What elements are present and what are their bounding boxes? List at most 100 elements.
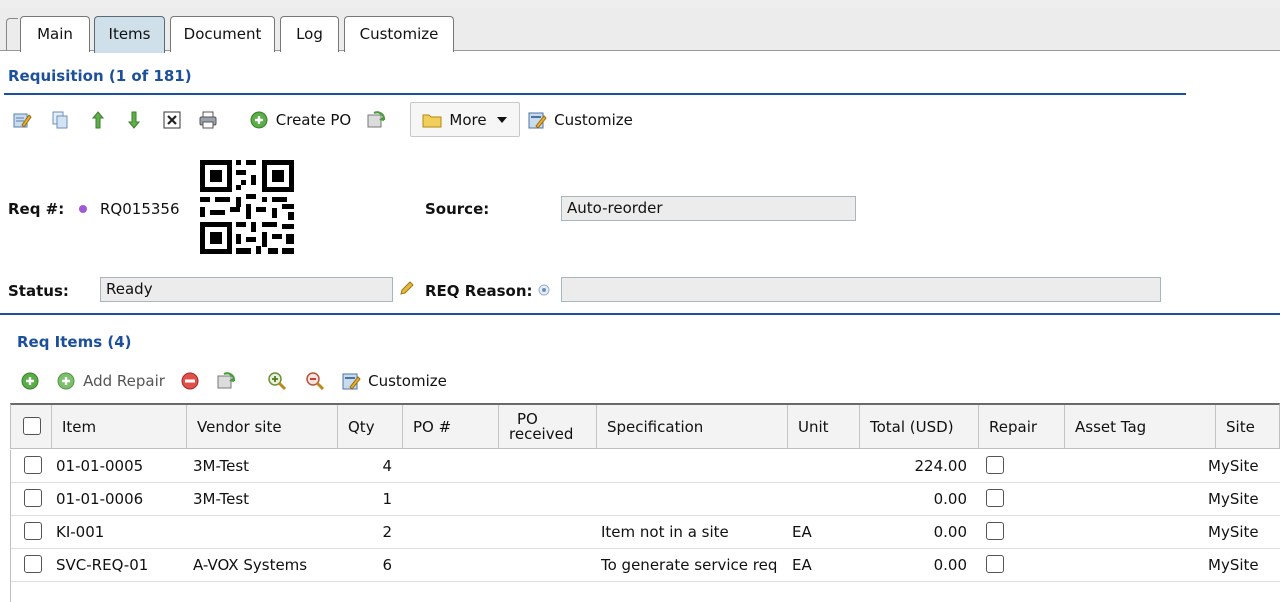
customize-button[interactable]: Customize xyxy=(525,104,635,136)
more-label: More xyxy=(449,110,487,129)
req-items-title: Req Items (4) xyxy=(17,333,132,351)
table-row[interactable]: 01-01-0006 3M-Test 1 0.00 MySite xyxy=(10,483,1280,516)
column-total[interactable]: Total (USD) xyxy=(860,405,979,449)
delete-icon xyxy=(163,111,181,129)
remove-circle-icon xyxy=(181,372,199,390)
column-repair[interactable]: Repair xyxy=(979,405,1065,449)
refresh-button[interactable] xyxy=(362,108,390,132)
delete-button[interactable] xyxy=(160,108,184,132)
select-all-checkbox[interactable] xyxy=(23,417,41,435)
row-site: MySite xyxy=(1208,490,1259,508)
print-button[interactable] xyxy=(195,108,221,132)
row-item: SVC-REQ-01 xyxy=(56,556,149,574)
info-dot-icon xyxy=(79,205,87,213)
copy-icon xyxy=(52,111,68,129)
add-repair-label: Add Repair xyxy=(83,372,165,390)
column-item[interactable]: Item xyxy=(52,405,187,449)
requisition-rule xyxy=(4,93,1186,95)
tab-bar: Main Items Document Log Customize xyxy=(0,8,1280,53)
add-circle-icon xyxy=(21,372,39,390)
header-select-all-cell xyxy=(11,405,52,449)
tab-customize[interactable]: Customize xyxy=(344,16,454,52)
row-specification: Item not in a site xyxy=(601,523,729,541)
requisition-title: Requisition (1 of 181) xyxy=(8,67,192,85)
row-vendor-site: 3M-Test xyxy=(193,490,250,508)
move-down-button[interactable] xyxy=(122,108,146,132)
items-customize-button[interactable]: Customize xyxy=(338,365,450,397)
row-repair-checkbox[interactable] xyxy=(986,456,1004,474)
tab-items[interactable]: Items xyxy=(94,16,165,53)
more-dropdown[interactable]: More xyxy=(410,102,520,137)
table-row[interactable]: 01-01-0005 3M-Test 4 224.00 MySite xyxy=(10,450,1280,483)
row-total: 224.00 xyxy=(914,457,968,475)
column-vendor-site[interactable]: Vendor site xyxy=(187,405,338,449)
info-icon[interactable] xyxy=(538,284,550,296)
edit-button[interactable] xyxy=(10,108,34,132)
column-specification[interactable]: Specification xyxy=(597,405,788,449)
source-label: Source: xyxy=(425,200,490,218)
req-reason-field[interactable] xyxy=(561,277,1161,302)
column-po-received[interactable]: PO received xyxy=(499,405,597,449)
customize-icon xyxy=(528,112,547,129)
row-specification: To generate service req xyxy=(601,556,778,574)
zoom-out-button[interactable] xyxy=(302,369,328,393)
row-repair-checkbox[interactable] xyxy=(986,522,1004,540)
status-label: Status: xyxy=(8,282,69,300)
row-qty: 6 xyxy=(382,556,392,574)
top-strip xyxy=(0,0,1280,8)
column-unit[interactable]: Unit xyxy=(788,405,860,449)
tab-log[interactable]: Log xyxy=(280,16,339,52)
row-item: 01-01-0006 xyxy=(56,490,144,508)
zoom-in-icon xyxy=(268,372,287,391)
customize-icon xyxy=(342,373,361,390)
row-checkbox[interactable] xyxy=(24,489,42,507)
refresh-icon xyxy=(217,372,236,389)
items-customize-label: Customize xyxy=(368,372,447,390)
row-qty: 2 xyxy=(382,523,392,541)
add-item-button[interactable] xyxy=(18,369,42,393)
create-po-button[interactable]: Create PO xyxy=(243,104,357,136)
row-checkbox[interactable] xyxy=(24,555,42,573)
row-unit: EA xyxy=(792,523,812,541)
row-checkbox[interactable] xyxy=(24,522,42,540)
row-qty: 1 xyxy=(382,490,392,508)
remove-item-button[interactable] xyxy=(178,369,202,393)
table-row[interactable]: SVC-REQ-01 A-VOX Systems 6 To generate s… xyxy=(10,549,1280,582)
edit-icon xyxy=(13,113,32,128)
move-up-button[interactable] xyxy=(86,108,110,132)
source-field[interactable]: Auto-reorder xyxy=(561,196,856,221)
row-item: KI-001 xyxy=(56,523,105,541)
arrow-up-icon xyxy=(91,111,105,129)
items-grid-header: Item Vendor site Qty PO # PO received Sp… xyxy=(10,403,1280,449)
tab-document[interactable]: Document xyxy=(170,16,275,52)
row-site: MySite xyxy=(1208,457,1259,475)
copy-button[interactable] xyxy=(48,108,72,132)
pencil-icon[interactable] xyxy=(399,280,415,296)
table-row[interactable]: KI-001 2 Item not in a site EA 0.00 MySi… xyxy=(10,516,1280,549)
tab-edge xyxy=(6,18,18,51)
row-total: 0.00 xyxy=(933,556,967,574)
refresh-icon xyxy=(367,111,386,128)
row-item: 01-01-0005 xyxy=(56,457,144,475)
status-field[interactable]: Ready xyxy=(100,277,393,302)
row-qty: 4 xyxy=(382,457,392,475)
column-site[interactable]: Site xyxy=(1216,405,1280,449)
row-total: 0.00 xyxy=(933,523,967,541)
section-rule xyxy=(0,313,1280,315)
refresh-items-button[interactable] xyxy=(212,369,240,393)
customize-label: Customize xyxy=(554,111,633,129)
row-vendor-site: A-VOX Systems xyxy=(193,556,308,574)
tab-main[interactable]: Main xyxy=(20,16,90,52)
arrow-down-icon xyxy=(127,111,141,129)
row-repair-checkbox[interactable] xyxy=(986,489,1004,507)
column-asset-tag[interactable]: Asset Tag xyxy=(1065,405,1216,449)
column-po-number[interactable]: PO # xyxy=(403,405,499,449)
req-reason-label: REQ Reason: xyxy=(425,282,533,300)
column-qty[interactable]: Qty xyxy=(338,405,403,449)
row-checkbox[interactable] xyxy=(24,456,42,474)
add-repair-button[interactable]: Add Repair xyxy=(53,365,168,397)
row-repair-checkbox[interactable] xyxy=(986,555,1004,573)
row-unit: EA xyxy=(792,556,812,574)
print-icon xyxy=(199,111,217,129)
zoom-in-button[interactable] xyxy=(264,369,290,393)
